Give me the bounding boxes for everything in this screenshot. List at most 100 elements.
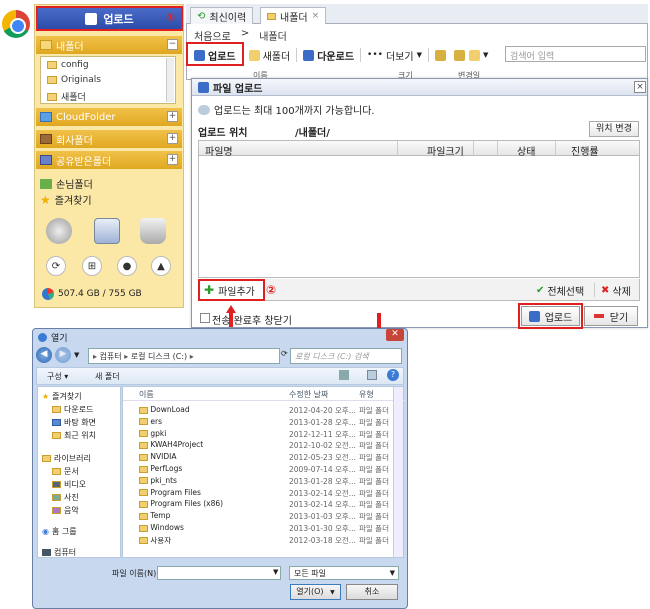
toolbar-download-button[interactable]: 다운로드 xyxy=(297,46,360,64)
expand-icon[interactable]: + xyxy=(167,111,178,122)
windows-icon[interactable]: ⊞ xyxy=(82,256,102,276)
upload-grid-header: 파일명 파일크기 상태 진행률 xyxy=(198,140,640,158)
nav-item-documents[interactable]: 문서 xyxy=(52,466,79,477)
search-input[interactable]: 검색어 입력 xyxy=(505,46,646,62)
close-after-transfer-checkbox[interactable] xyxy=(200,313,210,323)
tree-item[interactable]: 새폴더 xyxy=(47,90,86,103)
view-options-icon[interactable] xyxy=(339,370,349,380)
col-type[interactable]: 유형 xyxy=(359,389,374,400)
organize-button[interactable]: 구성 ▾ xyxy=(47,371,68,382)
folder-icon xyxy=(267,12,276,20)
nav-item-downloads[interactable]: 다운로드 xyxy=(52,404,93,415)
file-row[interactable]: 사용자 2012-03-18 오전... 파일 폴더 xyxy=(123,535,393,546)
upload-file-list[interactable] xyxy=(198,156,640,278)
computer-icon xyxy=(42,549,51,556)
breadcrumb-current[interactable]: 내폴더 xyxy=(259,28,287,43)
tab-bar: ⟲ 최신이력 내폴더 × xyxy=(186,4,648,24)
sync-icon[interactable]: ⟳ xyxy=(46,256,66,276)
highlight-dialog-upload xyxy=(518,303,583,329)
tab-my-folder[interactable]: 내폴더 × xyxy=(260,7,327,24)
tree-item[interactable]: config xyxy=(47,60,89,70)
folder-icon xyxy=(139,406,148,414)
grid-view-icon xyxy=(434,49,446,61)
select-all-button[interactable]: ✔ 전체선택 xyxy=(536,283,584,298)
expand-icon[interactable]: + xyxy=(167,133,178,144)
nav-item-recent[interactable]: 최근 위치 xyxy=(52,430,96,441)
col-modified[interactable]: 수정한 날짜 xyxy=(289,389,328,400)
sidebar-item-shared-folder[interactable]: 공유받은폴더 + xyxy=(36,151,182,169)
filetype-select[interactable]: 모든 파일 ▼ xyxy=(289,566,399,580)
new-folder-icon xyxy=(248,49,260,61)
toolbar-folder-menu-button[interactable]: ▼ xyxy=(467,46,490,64)
sidebar-item-company-folder[interactable]: 회사폴더 + xyxy=(36,130,182,148)
chrome-small-icon xyxy=(38,333,47,342)
filename-dropdown-icon[interactable]: ▼ xyxy=(273,568,278,576)
file-row[interactable]: PerfLogs 2009-07-14 오후... 파일 폴더 xyxy=(123,464,393,475)
file-row[interactable]: pki_nts 2013-01-28 오후... 파일 폴더 xyxy=(123,476,393,487)
refresh-icon[interactable]: ⟳ xyxy=(281,349,288,358)
nav-item-music[interactable]: 음악 xyxy=(52,505,79,516)
history-dropdown-icon[interactable]: ▼ xyxy=(74,351,79,359)
shared-icon xyxy=(40,155,52,165)
trash-icon[interactable] xyxy=(140,218,166,244)
settings-gear-icon[interactable] xyxy=(46,218,72,244)
file-row[interactable]: Temp 2013-01-03 오후... 파일 폴더 xyxy=(123,511,393,522)
sidebar-item-favorites[interactable]: ★ 즐겨찾기 xyxy=(40,192,92,208)
breadcrumb-home[interactable]: 처음으로 xyxy=(194,28,231,43)
toolbar-view-grid-button[interactable] xyxy=(429,46,452,64)
file-row[interactable]: NVIDIA 2012-05-23 오전... 파일 폴더 xyxy=(123,452,393,463)
change-location-button[interactable]: 위치 변경 xyxy=(589,121,639,137)
file-row[interactable]: Program Files 2013-02-14 오전... 파일 폴더 xyxy=(123,488,393,499)
tab-close-icon[interactable]: × xyxy=(312,11,320,21)
sidebar-item-my-folder[interactable]: 내폴더 − xyxy=(36,36,182,54)
file-row[interactable]: ers 2013-01-28 오후... 파일 폴더 xyxy=(123,417,393,428)
filename-input[interactable] xyxy=(157,566,281,580)
file-list-scrollbar[interactable] xyxy=(393,387,403,557)
nav-item-libraries[interactable]: 라이브러리 xyxy=(42,453,91,464)
new-folder-button[interactable]: 새 폴더 xyxy=(95,371,120,382)
file-row[interactable]: DownLoad 2012-04-20 오후... 파일 폴더 xyxy=(123,405,393,416)
history-icon: ⟲ xyxy=(197,10,206,22)
sidebar-item-guest-folder[interactable]: 손님폴더 xyxy=(40,176,93,191)
android-icon[interactable]: ▲ xyxy=(151,256,171,276)
tree-scrollbar[interactable] xyxy=(166,58,174,102)
toolbar-new-folder-button[interactable]: 새폴더 xyxy=(243,46,297,64)
nav-item-homegroup[interactable]: ◉ 홈 그룹 xyxy=(42,526,77,537)
preview-pane-icon[interactable] xyxy=(367,370,377,380)
dialog-close-button[interactable]: 닫기 xyxy=(584,306,638,326)
open-dialog-close-icon[interactable]: ✕ xyxy=(386,329,404,341)
file-row[interactable]: gpki 2012-12-11 오후... 파일 폴더 xyxy=(123,429,393,440)
nav-item-favorites[interactable]: ★ 즐겨찾기 xyxy=(42,391,82,402)
nav-item-desktop[interactable]: 바탕 화면 xyxy=(52,417,96,428)
collapse-icon[interactable]: − xyxy=(167,39,178,50)
file-row[interactable]: Windows 2013-01-30 오후... 파일 폴더 xyxy=(123,523,393,534)
folder-icon xyxy=(139,489,148,497)
toolbar-more-button[interactable]: ••• 더보기 ▼ xyxy=(361,46,428,64)
nav-item-computer[interactable]: 컴퓨터 xyxy=(42,547,76,558)
upload-location-value: /내폴더/ xyxy=(295,128,330,139)
sidebar-item-cloud-folder[interactable]: CloudFolder + xyxy=(36,108,182,126)
col-name[interactable]: 이름 xyxy=(139,389,154,400)
address-path[interactable]: ▸ 컴퓨터 ▸ 로컬 디스크 (C:) ▸ xyxy=(88,348,280,364)
folder-icon xyxy=(40,40,52,50)
file-row[interactable]: Program Files (x86) 2013-02-14 오후... 파일 폴더 xyxy=(123,499,393,510)
open-button[interactable]: 열기(O) ▼ xyxy=(290,584,341,600)
open-dialog-search-input[interactable]: 로컬 디스크 (C:) 검색 xyxy=(290,348,402,364)
apple-icon[interactable]: ● xyxy=(117,256,137,276)
filename-label: 파일 이름(N): xyxy=(112,569,159,578)
tree-item[interactable]: Originals xyxy=(47,75,101,85)
back-arrow-icon[interactable]: ◀ xyxy=(36,347,52,363)
expand-icon[interactable]: + xyxy=(167,154,178,165)
tab-recent-history[interactable]: ⟲ 최신이력 xyxy=(190,7,254,24)
upload-dialog-title-bar[interactable]: 파일 업로드 xyxy=(192,79,647,96)
delete-button[interactable]: ✖ 삭제 xyxy=(601,283,631,298)
help-icon[interactable]: ? xyxy=(387,369,399,381)
nav-item-videos[interactable]: 비디오 xyxy=(52,479,86,490)
forward-arrow-icon[interactable]: ▶ xyxy=(55,347,71,363)
cancel-button[interactable]: 취소 xyxy=(346,584,398,600)
window-search-icon[interactable] xyxy=(94,218,120,244)
file-row[interactable]: KWAH4Project 2012-10-02 오전... 파일 폴더 xyxy=(123,440,393,451)
upload-dialog-close-icon[interactable]: × xyxy=(634,81,646,93)
nav-item-pictures[interactable]: 사진 xyxy=(52,492,79,503)
toolbar-view-list-button[interactable] xyxy=(452,46,467,64)
